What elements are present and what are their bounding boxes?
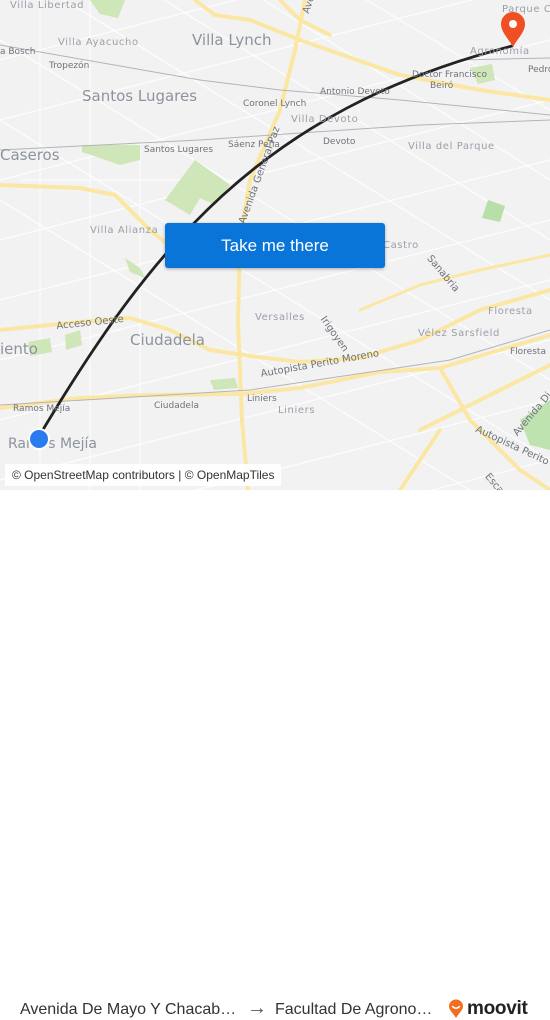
label-velez-sarsfield: Vélez Sarsfield — [418, 328, 500, 339]
label-floresta: Floresta — [488, 306, 533, 317]
label-villa-lynch: Villa Lynch — [192, 31, 272, 49]
label-ramos-mejia: Ramos Mejía — [8, 436, 97, 452]
label-tropezon: Tropezón — [49, 61, 90, 71]
park-agronomia — [482, 200, 505, 222]
label-agronomia: Agronomía — [470, 46, 530, 57]
origin-stop-name: Avenida De Mayo Y Chacabuco — [20, 1001, 242, 1018]
footer-bar: Avenida De Mayo Y Chacabuco → Facultad D… — [0, 490, 550, 1019]
map[interactable]: Villa Libertad Villa Ayacucho a Bosch Tr… — [0, 0, 550, 490]
label-beiro: Beiró — [430, 81, 454, 91]
label-floresta-station: Floresta — [510, 347, 546, 357]
label-santos-lugares: Santos Lugares — [82, 87, 198, 105]
label-doctor-francisco: Doctor Francisco — [412, 70, 488, 80]
label-villa-devoto: Villa Devoto — [291, 114, 359, 125]
arrow-right-icon: → — [247, 997, 267, 1019]
park-santos-lugares — [82, 145, 140, 165]
label-villa-bosch: a Bosch — [0, 47, 36, 57]
park-ciudadela — [65, 330, 82, 350]
destination-pin-icon[interactable] — [498, 10, 528, 48]
label-coronel-lynch: Coronel Lynch — [243, 99, 307, 109]
label-villa-ayacucho: Villa Ayacucho — [58, 37, 139, 48]
label-sarmiento: iento — [0, 340, 38, 358]
label-caseros: Caseros — [0, 146, 60, 164]
label-villa-libertad: Villa Libertad — [10, 0, 85, 11]
map-attribution[interactable]: © OpenStreetMap contributors | © OpenMap… — [5, 464, 282, 486]
park-liniers — [210, 378, 238, 390]
attribution-text: © OpenStreetMap contributors | © OpenMap… — [12, 468, 275, 482]
label-ciudadela-station: Ciudadela — [154, 401, 199, 411]
label-villa-del-parque: Villa del Parque — [408, 141, 495, 152]
label-liniers: Liniers — [278, 405, 316, 416]
origin-marker-icon[interactable] — [27, 427, 51, 451]
label-villa-alianza: Villa Alianza — [90, 225, 159, 236]
label-castro: Castro — [383, 240, 419, 251]
park-villa-libertad — [90, 0, 125, 18]
label-liniers-station: Liniers — [247, 394, 277, 404]
moovit-pin-icon — [449, 999, 463, 1018]
label-ciudadela: Ciudadela — [130, 331, 205, 349]
label-ramos-mejia-station: Ramos Mejía — [13, 404, 71, 414]
moovit-logo[interactable]: moovit — [448, 998, 528, 1020]
moovit-wordmark: moovit — [467, 998, 528, 1019]
label-devoto-station: Devoto — [323, 137, 356, 147]
label-pedro: Pedro — [528, 65, 550, 75]
label-antonio-devoto: Antonio Devoto — [320, 87, 390, 97]
take-me-there-button[interactable]: Take me there — [165, 223, 385, 268]
park-general-paz — [165, 160, 230, 215]
label-santos-lugares-station: Santos Lugares — [144, 145, 214, 155]
label-versalles: Versalles — [255, 312, 305, 323]
destination-stop-name: Facultad De Agronomía — [275, 1001, 440, 1018]
